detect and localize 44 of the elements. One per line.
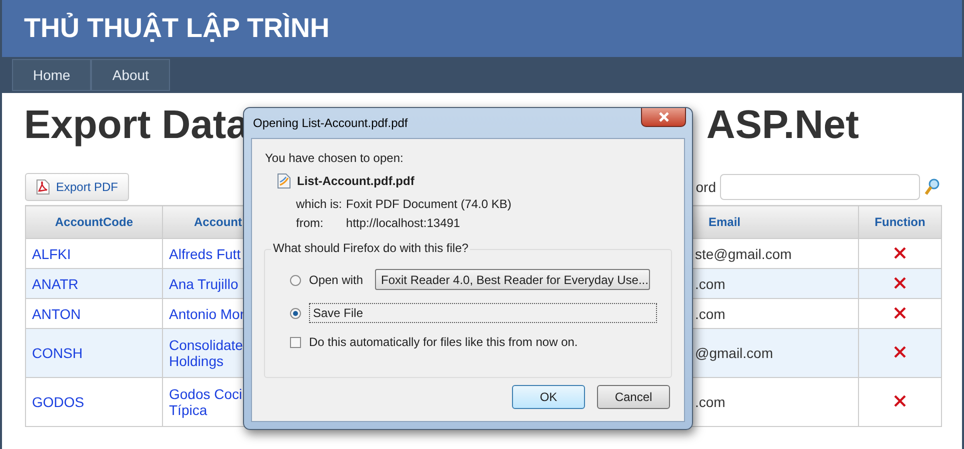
nav-link[interactable]: About (91, 59, 170, 91)
intro-text: You have chosen to open: (265, 151, 404, 165)
account-code-link[interactable]: ANATR (32, 276, 78, 292)
file-name: List-Account.pdf.pdf (297, 174, 414, 188)
radio-button[interactable] (290, 308, 301, 318)
column-header: AccountCode (26, 206, 162, 238)
email-text: .com (695, 306, 726, 322)
email-text: .com (695, 394, 726, 410)
radio-button[interactable] (290, 274, 301, 286)
checkbox-label[interactable]: Do this automatically for files like this from now on. (309, 335, 578, 349)
account-code-link[interactable]: ANTON (32, 306, 81, 322)
option-label[interactable]: Save File (309, 303, 657, 323)
account-code-link[interactable]: GODOS (32, 394, 84, 410)
search-field[interactable] (720, 174, 920, 200)
detail-value: Foxit PDF Document (74.0 KB) (346, 197, 512, 211)
account-code-link[interactable]: CONSH (32, 345, 83, 361)
dialog-title: Opening List-Account.pdf.pdf (253, 116, 408, 130)
delete-icon[interactable] (894, 276, 906, 288)
application-dropdown[interactable]: Foxit Reader 4.0, Best Reader for Everyday Use... (375, 269, 650, 290)
site-title: THỦ THUẬT LẬP TRÌNH (24, 13, 330, 44)
delete-icon[interactable] (894, 306, 906, 318)
delete-icon[interactable] (894, 246, 906, 258)
dialog-button[interactable]: OK (512, 385, 585, 409)
delete-icon[interactable] (894, 395, 906, 407)
pdf-icon (36, 179, 50, 195)
group-label: What should Firefox do with this file? (271, 241, 470, 255)
dialog-button[interactable]: Cancel (597, 385, 670, 409)
column-header: Function (858, 206, 942, 238)
email-text: ste@gmail.com (695, 246, 792, 262)
email-text: .com (695, 276, 726, 292)
close-button[interactable] (641, 108, 686, 127)
page-heading: ASP.Net (706, 103, 859, 149)
search-icon[interactable] (924, 178, 940, 196)
account-code-link[interactable]: ALFKI (32, 246, 71, 262)
option-label[interactable]: Open with (309, 273, 364, 287)
export-pdf-button[interactable]: Export PDF (25, 173, 130, 201)
close-icon (658, 112, 670, 122)
delete-icon[interactable] (894, 346, 906, 358)
nav-link[interactable]: Home (12, 59, 92, 91)
document-icon (277, 173, 291, 189)
detail-value: http://localhost:13491 (346, 216, 462, 230)
email-text: @gmail.com (695, 345, 774, 361)
checkbox[interactable] (290, 336, 301, 348)
search-label: ord (696, 179, 716, 195)
